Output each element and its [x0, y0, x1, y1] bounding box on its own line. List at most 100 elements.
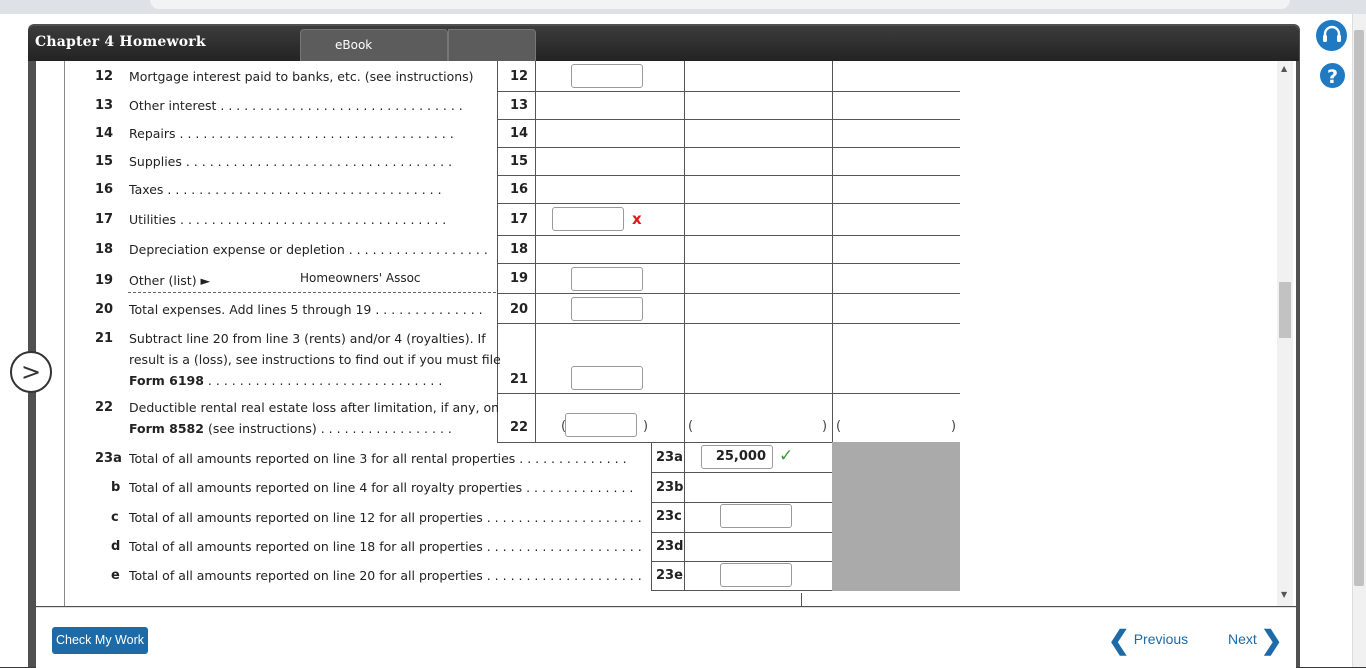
tab-ebook-label: eBook: [335, 38, 373, 52]
open-paren: (: [688, 419, 694, 434]
headset-icon[interactable]: [1316, 20, 1347, 51]
grid-line: [497, 293, 960, 294]
row-label: Utilities . . . . . . . . . . . . . . . …: [129, 212, 447, 227]
form-scrollbar-thumb[interactable]: [1279, 282, 1291, 338]
line-12-input[interactable]: [571, 64, 643, 88]
line-number: 23c: [656, 509, 682, 524]
row-number: 22: [95, 400, 114, 415]
row-label: Deductible rental real estate loss after…: [129, 400, 500, 415]
row-number: 13: [95, 98, 114, 113]
help-icon[interactable]: ?: [1318, 61, 1347, 90]
chevron-right-icon[interactable]: >: [10, 351, 52, 393]
address-bar[interactable]: [150, 0, 1290, 9]
open-paren: (: [836, 419, 842, 434]
grid-line: [651, 472, 832, 473]
line-number: 12: [510, 69, 529, 84]
line-number: 15: [510, 154, 529, 169]
shaded-area: [832, 442, 960, 591]
row-label: Form 6198 . . . . . . . . . . . . . . . …: [129, 373, 443, 388]
grid-line: [497, 323, 960, 324]
row-label: Total of all amounts reported on line 18…: [129, 539, 642, 554]
previous-label: Previous: [1133, 631, 1189, 648]
row-number: 16: [95, 182, 114, 197]
grid-line: [497, 263, 960, 264]
row-label: Supplies . . . . . . . . . . . . . . . .…: [129, 154, 453, 169]
line-20-input[interactable]: [571, 297, 643, 321]
line-21-input[interactable]: [571, 366, 643, 390]
line-23a-input[interactable]: 25,000: [701, 445, 773, 469]
check-my-work-button[interactable]: Check My Work: [52, 627, 148, 654]
grid-line: [497, 175, 960, 176]
row-label: Form 8582 (see instructions) . . . . . .…: [129, 421, 452, 436]
next-label: Next: [1228, 631, 1257, 648]
row-label: Depreciation expense or depletion . . . …: [129, 242, 488, 257]
assignment-header: [28, 26, 1299, 61]
line-number: 22: [510, 420, 529, 435]
row-number: 20: [95, 302, 114, 317]
footer-bar: [36, 607, 1296, 668]
row-label: Taxes . . . . . . . . . . . . . . . . . …: [129, 182, 442, 197]
line-23e-input[interactable]: [720, 563, 792, 587]
line-number: 14: [510, 126, 529, 141]
scroll-up-icon[interactable]: ▲: [1281, 64, 1287, 73]
chevron-left-icon: ❮: [1108, 625, 1130, 655]
grid-line: [497, 119, 960, 120]
headset-icon-glyph: [1322, 25, 1341, 42]
line-number: 23d: [656, 539, 684, 554]
line-number: 16: [510, 182, 529, 197]
incorrect-icon: x: [632, 210, 642, 228]
row-number: b: [111, 480, 121, 495]
row-label: Mortgage interest paid to banks, etc. (s…: [129, 69, 474, 84]
grid-line: [651, 442, 652, 591]
row-label: Total of all amounts reported on line 20…: [129, 568, 642, 583]
line-number: 23b: [656, 480, 684, 495]
line-22-input[interactable]: [565, 413, 637, 437]
row-label: Repairs . . . . . . . . . . . . . . . . …: [129, 126, 454, 141]
next-button[interactable]: Next ❯: [1228, 625, 1282, 656]
grid-line: [497, 235, 960, 236]
close-paren: ): [951, 419, 957, 434]
dashed-divider: [128, 292, 496, 293]
row-number: 19: [95, 273, 114, 288]
grid-line: [684, 442, 685, 591]
row-number: 17: [95, 212, 114, 227]
row-number: 23a: [95, 451, 122, 466]
tab-ebook[interactable]: eBook: [300, 29, 448, 62]
row-label: Total of all amounts reported on line 4 …: [129, 480, 634, 495]
row-label: Subtract line 20 from line 3 (rents) and…: [129, 331, 486, 346]
line-number: 17: [510, 212, 529, 227]
line-23c-input[interactable]: [720, 504, 792, 528]
row-label: Total expenses. Add lines 5 through 19 .…: [129, 302, 483, 317]
tab-blank[interactable]: [448, 29, 536, 62]
chevron-right-icon: ❯: [1260, 625, 1283, 655]
row-number: c: [111, 510, 119, 525]
line-number: 23a: [656, 450, 683, 465]
correct-icon: ✓: [779, 446, 794, 466]
line-17-input[interactable]: [552, 207, 624, 231]
row-label: Total of all amounts reported on line 3 …: [129, 451, 627, 466]
line-number: 18: [510, 242, 529, 257]
grid-line: [497, 203, 960, 204]
row-label: Total of all amounts reported on line 12…: [129, 510, 642, 525]
line-19-input[interactable]: [571, 267, 643, 291]
row-label: Other (list) ►: [129, 273, 211, 288]
row-number: 18: [95, 242, 114, 257]
grid-line: [497, 393, 960, 394]
row-label: result is a (loss), see instructions to …: [129, 352, 501, 367]
row-number: 14: [95, 126, 114, 141]
grid-line: [651, 561, 832, 562]
close-paren: ): [643, 419, 649, 434]
scroll-down-icon[interactable]: ▼: [1281, 590, 1287, 599]
row-number: e: [111, 568, 120, 583]
grid-line: [651, 532, 832, 533]
grid-line: [801, 593, 802, 607]
row-number: 15: [95, 154, 114, 169]
assignment-title: Chapter 4 Homework: [35, 34, 206, 50]
grid-line: [497, 91, 960, 92]
previous-button[interactable]: ❮ Previous: [1108, 625, 1188, 656]
line-number: 19: [510, 271, 529, 286]
other-expense-description[interactable]: Homeowners' Assoc: [300, 271, 421, 285]
line-number: 23e: [656, 568, 683, 583]
line-number: 13: [510, 98, 529, 113]
page-scrollbar-thumb[interactable]: [1354, 30, 1364, 586]
